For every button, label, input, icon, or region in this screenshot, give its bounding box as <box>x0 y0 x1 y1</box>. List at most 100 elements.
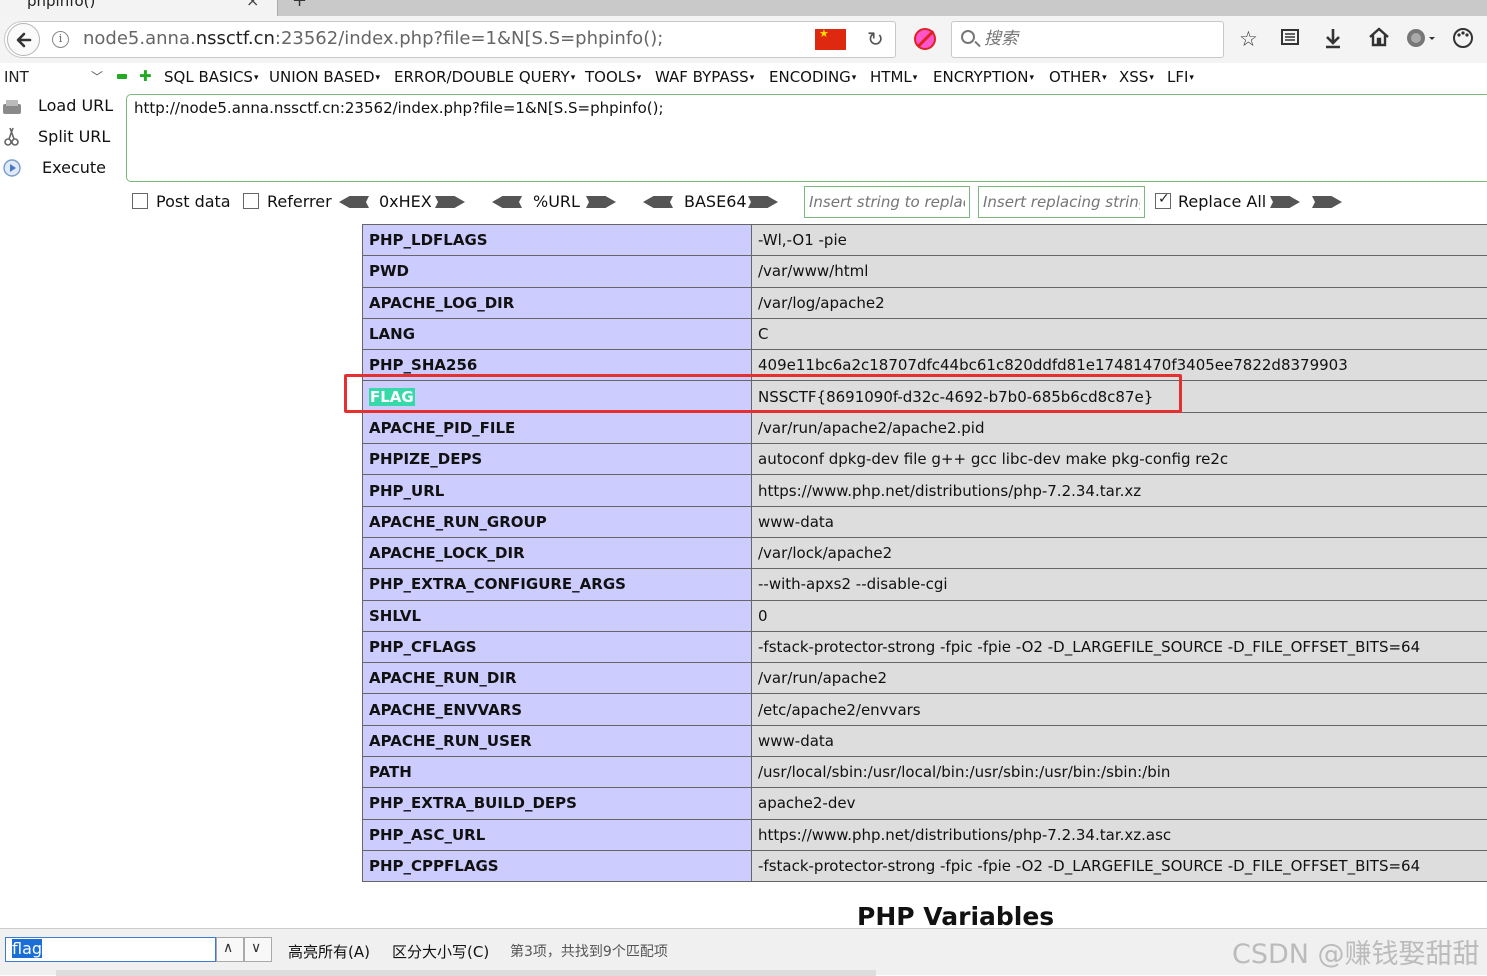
base64-encode-arrow-icon[interactable] <box>748 196 778 208</box>
menu-encryption[interactable]: ENCRYPTION <box>933 68 1034 86</box>
tab-close-icon[interactable]: × <box>246 0 259 10</box>
replace-all-checkbox[interactable] <box>1155 193 1171 209</box>
env-name: APACHE_ENVVARS <box>369 701 522 719</box>
table-row: APACHE_ENVVARS/etc/apache2/envvars <box>363 694 1487 725</box>
env-value-cell: www-data <box>752 506 1487 537</box>
referrer-label: Referrer <box>267 192 332 211</box>
int-select[interactable]: INT ﹀ <box>0 65 107 89</box>
tab-phpinfo[interactable]: phpinfo() × <box>0 0 278 16</box>
env-value-cell: C <box>752 318 1487 349</box>
table-row: LANG C <box>363 318 1487 349</box>
env-value-cell: /usr/local/sbin:/usr/local/bin:/usr/sbin… <box>752 757 1487 788</box>
find-previous-button[interactable]: ∧ <box>216 937 244 962</box>
menu-xss[interactable]: XSS <box>1119 68 1154 86</box>
load-url-button[interactable]: Load URL <box>0 94 122 120</box>
env-value-cell: /var/run/apache2/apache2.pid <box>752 412 1487 443</box>
menu-html[interactable]: HTML <box>870 68 917 86</box>
reader-icon[interactable] <box>1280 27 1300 52</box>
replace-left-arrow-icon[interactable] <box>1312 196 1342 208</box>
menu-other[interactable]: OTHER <box>1049 68 1107 86</box>
env-name-cell: PHP_LDFLAGS <box>363 225 752 256</box>
url-encode-arrow-icon[interactable] <box>586 196 616 208</box>
download-icon[interactable] <box>1323 27 1343 54</box>
env-name-cell: LANG <box>363 318 752 349</box>
env-name-cell: APACHE_ENVVARS <box>363 694 752 725</box>
menu-error-double-query[interactable]: ERROR/DOUBLE QUERY <box>394 68 575 86</box>
env-name: APACHE_LOG_DIR <box>369 294 514 312</box>
url-bar[interactable]: i node5.anna.nssctf.cn:23562/index.php?f… <box>4 21 896 58</box>
post-data-checkbox[interactable] <box>132 193 148 209</box>
globe-icon[interactable] <box>1405 27 1435 54</box>
replace-to-input[interactable] <box>978 186 1145 218</box>
url-text[interactable]: node5.anna.nssctf.cn:23562/index.php?fil… <box>83 28 663 49</box>
replace-all-label: Replace All <box>1178 192 1266 211</box>
replace-right-arrow-icon[interactable] <box>1270 196 1300 208</box>
env-value-cell: https://www.php.net/distributions/php-7.… <box>752 475 1487 506</box>
env-value-cell: -fstack-protector-strong -fpic -fpie -O2… <box>752 631 1487 662</box>
menu-tools[interactable]: TOOLS <box>585 68 641 86</box>
menu-waf-bypass[interactable]: WAF BYPASS <box>655 68 754 86</box>
table-row: PHP_ASC_URLhttps://www.php.net/distribut… <box>363 819 1487 850</box>
hackbar-panel: INT ﹀ ✚ SQL BASICS UNION BASED ERROR/DOU… <box>0 63 1487 220</box>
split-url-button[interactable]: Split URL <box>0 125 122 151</box>
new-tab-button[interactable]: + <box>292 0 307 11</box>
load-url-label: Load URL <box>38 96 113 115</box>
env-name-cell: APACHE_RUN_DIR <box>363 663 752 694</box>
menu-sql-basics[interactable]: SQL BASICS <box>164 68 258 86</box>
env-name-cell: APACHE_LOCK_DIR <box>363 537 752 568</box>
scissors-icon <box>2 127 22 147</box>
plus-icon[interactable]: ✚ <box>139 69 152 83</box>
find-next-button[interactable]: ∨ <box>244 937 272 962</box>
reload-button[interactable]: ↻ <box>867 27 884 51</box>
replace-from-input[interactable] <box>804 186 970 218</box>
env-value-cell: 0 <box>752 600 1487 631</box>
minus-icon[interactable] <box>117 74 127 79</box>
search-box[interactable] <box>951 21 1224 58</box>
noscript-icon[interactable] <box>914 28 936 50</box>
table-row: APACHE_LOCK_DIR/var/lock/apache2 <box>363 537 1487 568</box>
palette-icon[interactable] <box>1452 27 1474 54</box>
env-value-cell: --with-apxs2 --disable-cgi <box>752 569 1487 600</box>
home-icon[interactable] <box>1368 27 1390 52</box>
table-row: APACHE_PID_FILE/var/run/apache2/apache2.… <box>363 412 1487 443</box>
url-decode-arrow-icon[interactable] <box>492 196 522 208</box>
env-name: LANG <box>369 325 415 343</box>
env-name: PHP_EXTRA_CONFIGURE_ARGS <box>369 575 626 593</box>
hackbar-url-textarea[interactable]: http://node5.anna.nssctf.cn:23562/index.… <box>126 94 1487 182</box>
menu-encoding[interactable]: ENCODING <box>769 68 856 86</box>
load-url-icon <box>2 96 22 116</box>
base64-decode-arrow-icon[interactable] <box>643 196 673 208</box>
find-input[interactable]: flag <box>5 937 216 962</box>
split-url-label: Split URL <box>38 127 110 146</box>
table-row: PHP_EXTRA_CONFIGURE_ARGS --with-apxs2 --d… <box>363 569 1487 600</box>
tab-strip: phpinfo() × + <box>0 0 1487 16</box>
star-icon[interactable]: ☆ <box>1239 27 1258 51</box>
search-icon <box>961 30 975 44</box>
menu-lfi[interactable]: LFI <box>1167 68 1194 86</box>
execute-button[interactable]: Execute <box>0 156 122 182</box>
referrer-checkbox[interactable] <box>243 193 259 209</box>
env-value-cell: /var/log/apache2 <box>752 287 1487 318</box>
env-name-cell: PATH <box>363 757 752 788</box>
env-name-cell: PHP_URL <box>363 475 752 506</box>
highlight-all-toggle[interactable]: 高亮所有(A) <box>288 941 370 962</box>
hackbar-menu: INT ﹀ ✚ SQL BASICS UNION BASED ERROR/DOU… <box>0 63 1487 91</box>
tab-title: phpinfo() <box>27 0 95 10</box>
back-arrow-icon <box>14 30 34 50</box>
env-name: PWD <box>369 262 409 280</box>
hex-decode-arrow-icon[interactable] <box>339 196 369 208</box>
hex-encode-arrow-icon[interactable] <box>435 196 465 208</box>
menu-union-based[interactable]: UNION BASED <box>269 68 380 86</box>
match-case-toggle[interactable]: 区分大小写(C) <box>392 941 489 962</box>
int-select-value: INT <box>4 68 29 86</box>
table-row: PHP_LDFLAGS-Wl,-O1 -pie <box>363 225 1487 256</box>
search-input[interactable] <box>984 27 1214 51</box>
info-icon[interactable]: i <box>52 31 69 48</box>
find-bar: flag ∧ ∨ 高亮所有(A) 区分大小写(C) 第3项，共找到9个匹配项 C… <box>0 928 1487 975</box>
table-row: SHLVL0 <box>363 600 1487 631</box>
table-row: PWD/var/www/html <box>363 256 1487 287</box>
china-flag-icon[interactable]: ★ <box>815 29 846 50</box>
horizontal-scrollbar[interactable] <box>56 970 876 976</box>
back-button[interactable] <box>7 23 40 56</box>
table-row: PHP_URLhttps://www.php.net/distributions… <box>363 475 1487 506</box>
